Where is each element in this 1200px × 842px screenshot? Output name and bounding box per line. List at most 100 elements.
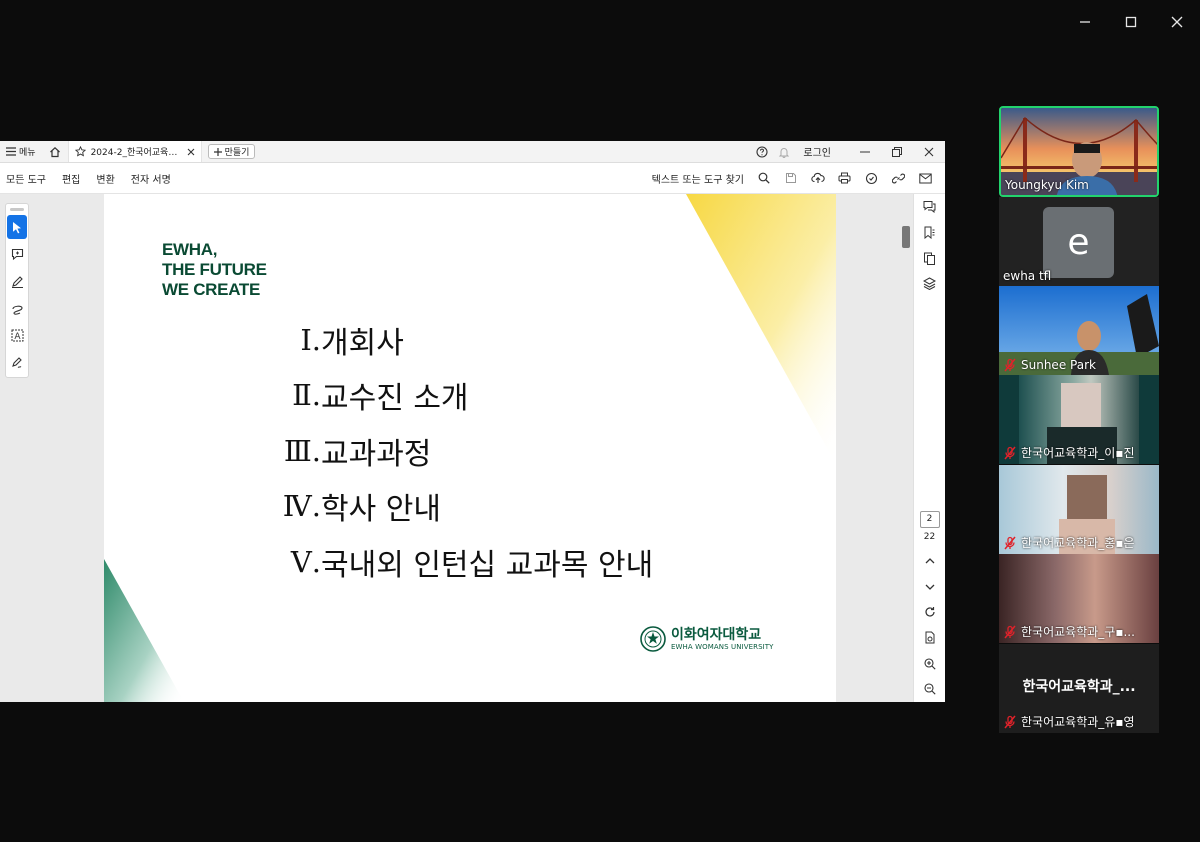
vertical-scrollbar[interactable] — [902, 226, 910, 248]
pdf-tab-bar: 메뉴 2024-2_한국어교육학... 만들기 로그인 — [0, 141, 945, 163]
page-fit-icon[interactable] — [918, 625, 942, 651]
mic-muted-icon — [1004, 446, 1016, 459]
star-icon[interactable] — [74, 146, 86, 157]
participant-name: 한국어교육학과_홍▪은 — [1003, 534, 1135, 551]
menu-e-sign[interactable]: 전자 서명 — [131, 171, 171, 186]
zoom-out-icon[interactable] — [918, 676, 942, 702]
mic-muted-icon — [1004, 358, 1016, 372]
tabbar-right: 로그인 — [751, 141, 945, 162]
create-button[interactable]: 만들기 — [207, 144, 256, 159]
minimize-icon[interactable] — [1062, 0, 1108, 44]
avatar: e — [1043, 207, 1114, 278]
select-tool-icon[interactable] — [7, 215, 27, 239]
zoom-in-icon[interactable] — [918, 651, 942, 677]
toolbar-right: 텍스트 또는 도구 찾기 — [652, 163, 939, 193]
grip-handle[interactable] — [10, 208, 24, 211]
logo-english-name: EWHA WOMANS UNIVERSITY — [671, 642, 774, 651]
comments-panel-icon[interactable] — [918, 194, 942, 220]
pdf-viewer-window: 메뉴 2024-2_한국어교육학... 만들기 로그인 모든 도구 편집 변환 … — [0, 141, 945, 702]
save-icon[interactable] — [777, 172, 804, 184]
right-tool-rail: 2 22 — [913, 194, 945, 702]
slogan-line: THE FUTURE — [162, 260, 267, 279]
participant-tile-student-3[interactable]: 한국어교육학과_구▪... — [999, 554, 1159, 643]
maximize-icon[interactable] — [1108, 0, 1154, 44]
participant-name: Sunhee Park — [1003, 358, 1096, 372]
window-controls — [1062, 0, 1200, 44]
toc-item: Ⅲ. 교과과정 — [274, 423, 653, 479]
toc-label: 개회사 — [321, 325, 404, 361]
highlight-tool-icon[interactable] — [7, 269, 27, 293]
participant-name: ewha tfl — [1003, 269, 1052, 283]
print-icon[interactable] — [831, 172, 858, 184]
text-box-tool-icon[interactable]: A — [7, 323, 27, 347]
document-tab[interactable]: 2024-2_한국어교육학... — [67, 141, 202, 162]
slogan-line: EWHA, — [162, 240, 218, 259]
participant-tile-youngkyu[interactable]: Youngkyu Kim — [999, 106, 1159, 197]
menu-all-tools[interactable]: 모든 도구 — [6, 171, 46, 186]
home-icon — [49, 146, 60, 157]
comment-tool-icon[interactable] — [7, 242, 27, 266]
tab-close-icon[interactable] — [187, 148, 195, 156]
participant-tile-student-1[interactable]: 한국어교육학과_이▪진 — [999, 375, 1159, 464]
home-button[interactable] — [42, 141, 68, 162]
current-page-field[interactable]: 2 — [919, 510, 940, 529]
screen: 메뉴 2024-2_한국어교육학... 만들기 로그인 모든 도구 편집 변환 … — [0, 0, 1200, 842]
search-icon[interactable] — [750, 172, 777, 184]
toc-label: 교과과정 — [321, 436, 432, 472]
toc-number: Ⅰ. — [300, 322, 321, 357]
mic-muted-icon — [1004, 536, 1016, 549]
ewha-seal-icon — [640, 626, 666, 652]
chevron-down-icon[interactable] — [918, 574, 942, 600]
chevron-up-icon[interactable] — [918, 548, 942, 574]
refresh-icon[interactable] — [918, 600, 942, 626]
participant-display-name: 한국어교육학과_... — [1022, 679, 1136, 695]
help-icon[interactable] — [751, 145, 773, 158]
ai-assistant-icon[interactable] — [858, 172, 885, 185]
bookmark-panel-icon[interactable] — [918, 220, 942, 246]
toc-item: Ⅳ. 학사 안내 — [274, 479, 653, 535]
slogan-line: WE CREATE — [162, 280, 261, 299]
menu-convert[interactable]: 변환 — [96, 171, 114, 186]
login-link[interactable]: 로그인 — [803, 144, 831, 159]
bell-icon[interactable] — [773, 146, 795, 158]
pages-panel-icon[interactable] — [918, 245, 942, 271]
table-of-contents: Ⅰ. 개회사 Ⅱ. 교수진 소개 Ⅲ. 교과과정 Ⅳ. 학사 안내 Ⅴ. 국내외… — [274, 312, 653, 590]
participant-tile-student-2[interactable]: 한국어교육학과_홍▪은 — [999, 465, 1159, 554]
layers-panel-icon[interactable] — [918, 271, 942, 297]
toc-item: Ⅰ. 개회사 — [274, 312, 653, 368]
participant-tile-sunhee[interactable]: Sunhee Park — [999, 286, 1159, 375]
left-quick-tools: A — [5, 203, 29, 378]
toc-item: Ⅴ. 국내외 인턴십 교과목 안내 — [274, 534, 653, 590]
logo-korean-name: 이화여자대학교 — [671, 626, 762, 643]
draw-tool-icon[interactable] — [7, 296, 27, 320]
pdf-minimize-icon[interactable] — [849, 141, 881, 162]
menu-button[interactable]: 메뉴 — [0, 141, 42, 162]
participant-name: Youngkyu Kim — [1005, 178, 1089, 192]
participant-tile-ewha-tfl[interactable]: e ewha tfl — [999, 197, 1159, 286]
tool-search-label[interactable]: 텍스트 또는 도구 찾기 — [652, 171, 744, 186]
total-pages: 22 — [923, 532, 936, 543]
menu-edit[interactable]: 편집 — [62, 171, 80, 186]
hamburger-icon — [6, 147, 16, 156]
pdf-toolbar: 모든 도구 편집 변환 전자 서명 텍스트 또는 도구 찾기 — [0, 163, 945, 194]
cloud-upload-icon[interactable] — [804, 172, 831, 184]
toc-label: 학사 안내 — [321, 492, 441, 528]
sign-tool-icon[interactable] — [7, 350, 27, 374]
mic-muted-icon — [1004, 625, 1016, 638]
participant-name: 한국어교육학과_이▪진 — [1003, 444, 1135, 461]
toc-item: Ⅱ. 교수진 소개 — [274, 368, 653, 424]
menu-label: 메뉴 — [19, 148, 36, 158]
pdf-close-icon[interactable] — [913, 141, 945, 162]
mail-icon[interactable] — [912, 173, 939, 184]
create-label: 만들기 — [224, 148, 250, 158]
participant-tile-student-4[interactable]: 한국어교육학과_... 한국어교육학과_유▪영 — [999, 644, 1159, 733]
toc-label: 교수진 소개 — [321, 381, 469, 417]
toc-number: Ⅲ. — [283, 433, 321, 468]
close-icon[interactable] — [1154, 0, 1200, 44]
svg-text:A: A — [14, 332, 21, 342]
link-icon[interactable] — [885, 172, 912, 185]
mic-muted-icon — [1004, 715, 1016, 728]
toc-number: Ⅱ. — [292, 378, 321, 413]
pdf-restore-icon[interactable] — [881, 141, 913, 162]
toc-number: Ⅳ. — [282, 489, 321, 524]
